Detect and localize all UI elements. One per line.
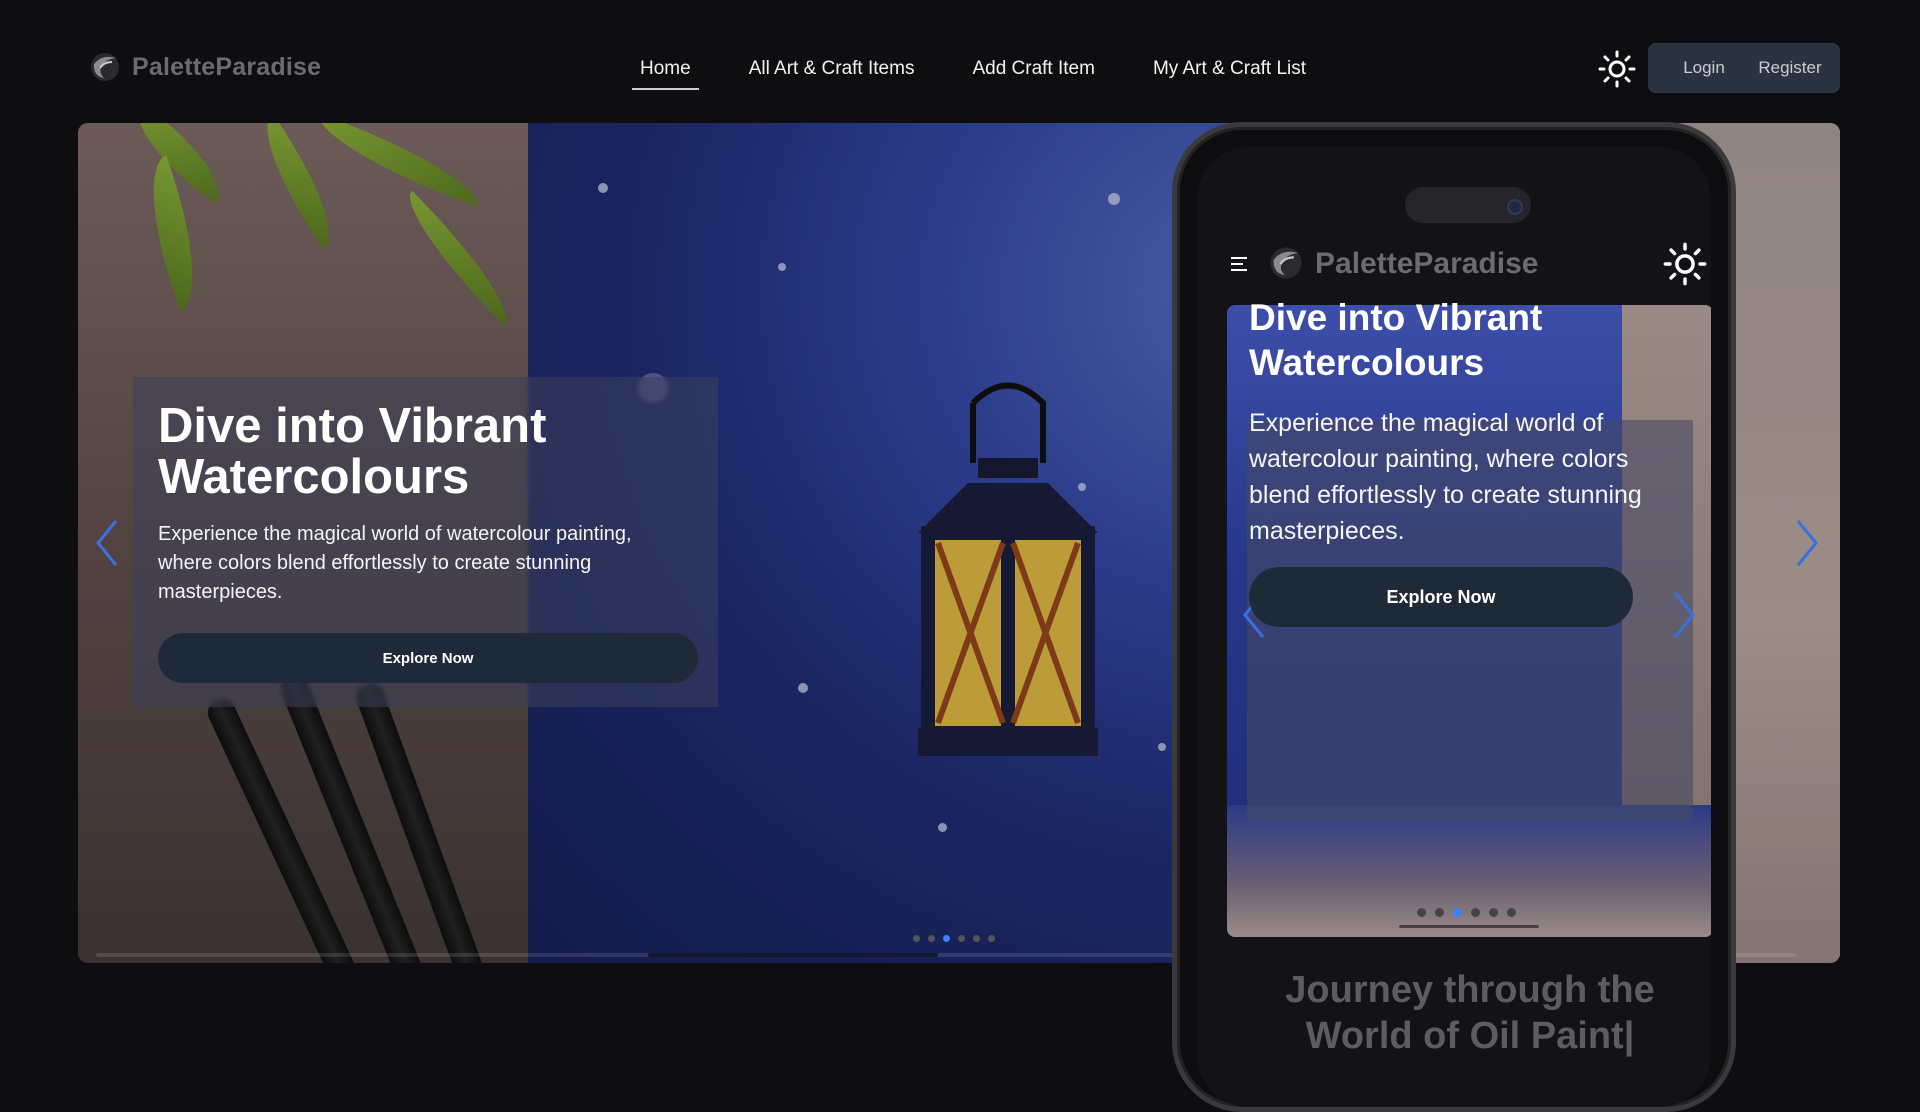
brand-logo-icon [91, 53, 119, 81]
explore-now-button[interactable]: Explore Now [158, 633, 698, 683]
camera-icon [1507, 199, 1523, 215]
register-button[interactable]: Register [1740, 43, 1840, 93]
carousel-dot[interactable] [928, 935, 935, 942]
nav-link-add-item[interactable]: Add Craft Item [964, 54, 1103, 84]
phone-hero-bg-bottom [1227, 805, 1711, 937]
carousel-dot-active[interactable] [943, 935, 950, 942]
phone-hero-title: Dive into Vibrant Watercolours [1249, 297, 1543, 383]
hero-title: Dive into Vibrant Watercolours [158, 399, 547, 504]
brand-name: PaletteParadise [132, 52, 322, 81]
carousel-dot[interactable] [1489, 908, 1498, 917]
nav-links: Home All Art & Craft Items Add Craft Ite… [632, 54, 1356, 90]
sun-icon[interactable] [1598, 50, 1636, 88]
nav-link-my-list[interactable]: My Art & Craft List [1145, 54, 1314, 84]
carousel-dot[interactable] [958, 935, 965, 942]
carousel-dot-active[interactable] [1453, 908, 1462, 917]
carousel-dot[interactable] [1435, 908, 1444, 917]
hero-description: Experience the magical world of watercol… [158, 523, 632, 603]
phone-mockup: PaletteParadise Dive into Vibrant Waterc… [1172, 122, 1736, 1112]
hamburger-menu-icon[interactable] [1229, 254, 1251, 274]
carousel-dot[interactable] [913, 935, 920, 942]
carousel-dot[interactable] [1507, 908, 1516, 917]
nav-link-all-items[interactable]: All Art & Craft Items [741, 54, 923, 84]
phone-explore-now-button[interactable]: Explore Now [1249, 567, 1633, 627]
sun-icon[interactable] [1663, 242, 1707, 286]
brand[interactable]: PaletteParadise [88, 50, 321, 84]
carousel-dots [913, 935, 995, 942]
chevron-left-icon[interactable] [88, 513, 128, 573]
carousel-progress-thumb [648, 953, 938, 957]
carousel-dot[interactable] [988, 935, 995, 942]
phone-carousel-dots [1417, 908, 1516, 917]
phone-brand-name: PaletteParadise [1315, 247, 1539, 280]
carousel-dot[interactable] [1471, 908, 1480, 917]
phone-notch [1405, 187, 1531, 223]
carousel-dot[interactable] [973, 935, 980, 942]
phone-section-heading: Journey through the World of Oil Paint| [1285, 969, 1655, 1057]
phone-carousel-progress [1399, 925, 1539, 928]
carousel-dot[interactable] [1417, 908, 1426, 917]
top-navbar: PaletteParadise Home All Art & Craft Ite… [0, 0, 1920, 120]
phone-screen: PaletteParadise Dive into Vibrant Waterc… [1197, 147, 1711, 1107]
brand-logo-icon [1270, 247, 1302, 279]
chevron-right-icon[interactable] [1663, 585, 1703, 645]
phone-hero-description: Experience the magical world of watercol… [1249, 409, 1642, 545]
nav-link-home[interactable]: Home [632, 54, 699, 90]
chevron-right-icon[interactable] [1786, 513, 1826, 573]
